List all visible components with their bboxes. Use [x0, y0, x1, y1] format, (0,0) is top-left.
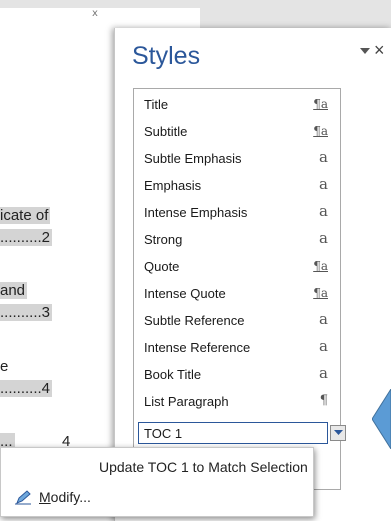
toc-line[interactable]: icate of — [0, 205, 51, 227]
character-style-icon: a — [319, 229, 328, 247]
toc-line-text: ..........2 — [0, 229, 53, 246]
style-item-toc-1[interactable]: TOC 1 — [138, 422, 328, 444]
close-icon: × — [374, 40, 385, 60]
character-style-icon: a — [319, 364, 328, 382]
style-dropdown-button[interactable] — [330, 425, 346, 441]
character-style-icon: a — [319, 175, 328, 193]
menu-item-update-style[interactable]: Update TOC 1 to Match Selection — [1, 452, 313, 482]
style-label: TOC 1 — [144, 426, 183, 441]
style-item-subtle-emphasis[interactable]: Subtle Emphasis a — [134, 145, 340, 172]
menu-item-label: Update TOC 1 to Match Selection — [99, 459, 308, 475]
style-item-intense-emphasis[interactable]: Intense Emphasis a — [134, 199, 340, 226]
styles-gallery[interactable]: Title ¶a Subtitle ¶a Subtle Emphasis a E… — [133, 88, 346, 490]
character-style-icon: a — [319, 148, 328, 166]
menu-item-label: Modify... — [39, 489, 91, 505]
style-label: Subtle Emphasis — [144, 151, 242, 166]
toc-line[interactable]: e — [0, 356, 8, 378]
chevron-down-icon — [334, 430, 343, 435]
style-label: Intense Emphasis — [144, 205, 248, 220]
style-item-intense-reference[interactable]: Intense Reference a — [134, 334, 340, 361]
style-label: Book Title — [144, 367, 202, 382]
style-item-quote[interactable]: Quote ¶a — [134, 253, 340, 280]
style-label: Title — [144, 97, 169, 112]
triangle-down-icon — [360, 46, 370, 58]
pane-title: Styles — [132, 42, 201, 70]
style-label: Quote — [144, 259, 180, 274]
style-item-intense-quote[interactable]: Intense Quote ¶a — [134, 280, 340, 307]
character-style-icon: a — [319, 202, 328, 220]
toc-line-text: icate of — [0, 207, 51, 224]
style-label: Strong — [144, 232, 183, 247]
pencil-icon — [14, 489, 32, 508]
toc-line-text: and — [0, 282, 28, 299]
paragraph-style-icon: ¶ — [319, 393, 328, 408]
toc-line-text: e — [0, 358, 9, 375]
pane-options-button[interactable] — [360, 46, 370, 58]
linked-style-icon: ¶a — [313, 286, 328, 300]
style-item-book-title[interactable]: Book Title a — [134, 361, 340, 388]
toc-line-text: ..........4 — [0, 380, 53, 397]
linked-style-icon: ¶a — [313, 97, 328, 111]
toc-line[interactable]: ..........3 — [0, 302, 53, 324]
character-style-icon: a — [319, 337, 328, 355]
menu-item-modify[interactable]: Modify... — [1, 482, 313, 512]
style-label: Intense Quote — [144, 286, 226, 301]
character-style-icon: a — [319, 310, 328, 328]
linked-style-icon: ¶a — [313, 259, 328, 273]
style-label: List Paragraph — [144, 394, 229, 409]
context-menu: Update TOC 1 to Match Selection Modify..… — [0, 447, 314, 517]
blue-arrow-shape — [372, 389, 391, 449]
style-label: Intense Reference — [144, 340, 251, 355]
style-label: Subtle Reference — [144, 313, 245, 328]
style-item-subtitle[interactable]: Subtitle ¶a — [134, 118, 340, 145]
style-item-list-paragraph[interactable]: List Paragraph ¶ — [134, 388, 340, 415]
style-item-strong[interactable]: Strong a — [134, 226, 340, 253]
toc-line[interactable]: ..........2 — [0, 227, 53, 249]
style-item-subtle-reference[interactable]: Subtle Reference a — [134, 307, 340, 334]
toc-line-text: ..........3 — [0, 304, 53, 321]
linked-style-icon: ¶a — [313, 124, 328, 138]
style-label: Subtitle — [144, 124, 188, 139]
toc-line[interactable]: ..........4 — [0, 378, 53, 400]
document-top-mark: x — [92, 8, 98, 19]
style-item-title[interactable]: Title ¶a — [134, 91, 340, 118]
toc-line[interactable]: and — [0, 280, 28, 302]
menu-item-label-rest: odify... — [50, 489, 91, 505]
style-label: Emphasis — [144, 178, 202, 193]
style-item-emphasis[interactable]: Emphasis a — [134, 172, 340, 199]
access-key-letter: M — [39, 489, 51, 505]
close-button[interactable]: × — [374, 40, 385, 60]
